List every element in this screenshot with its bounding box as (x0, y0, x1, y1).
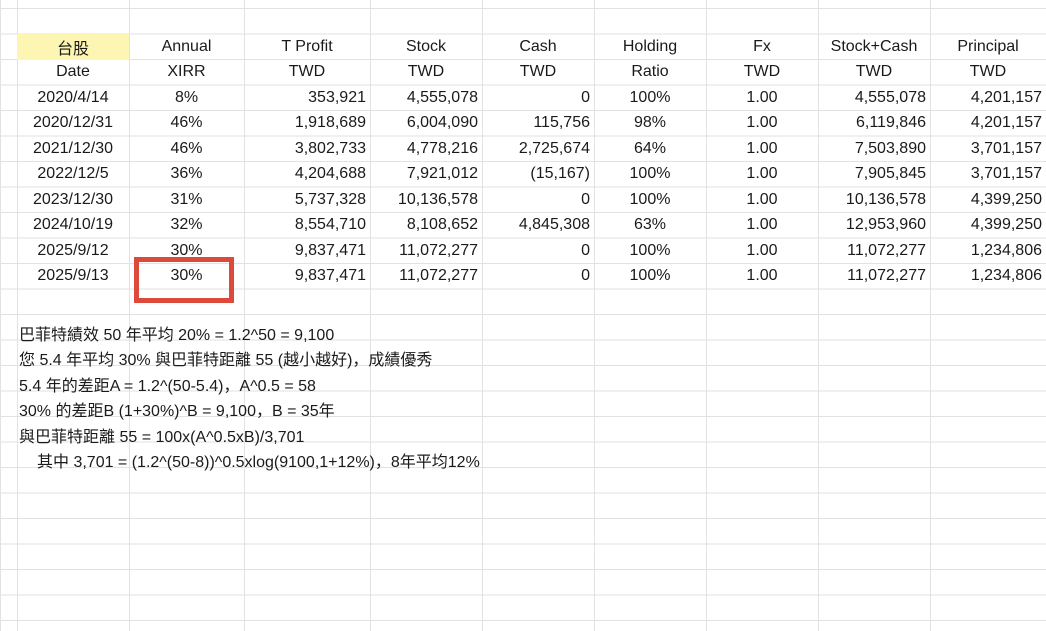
cell-xirr[interactable]: 46% (129, 136, 244, 162)
cell-holding-ratio[interactable]: 100% (594, 162, 706, 188)
cell-stock-cash[interactable]: 7,905,845 (818, 162, 930, 188)
note-line[interactable]: 30% 的差距B (1+30%)^B = 9,100，B = 35年 (19, 397, 1039, 423)
spreadsheet-grid: 台股 Annual T Profit Stock Cash Holding Fx… (17, 34, 1046, 289)
cell-t-profit[interactable]: 4,204,688 (244, 162, 370, 188)
cell-fx[interactable]: 1.00 (706, 187, 818, 213)
cell-stock[interactable]: 7,921,012 (370, 162, 482, 188)
cell-stock-cash[interactable]: 12,953,960 (818, 213, 930, 239)
cell-holding-ratio[interactable]: 64% (594, 136, 706, 162)
cell-stock-cash[interactable]: 10,136,578 (818, 187, 930, 213)
header-cell-unit[interactable]: TWD (930, 60, 1046, 86)
cell-principal[interactable]: 1,234,806 (930, 238, 1046, 264)
cell-cash[interactable]: 2,725,674 (482, 136, 594, 162)
cell-stock[interactable]: 4,778,216 (370, 136, 482, 162)
cell-fx[interactable]: 1.00 (706, 85, 818, 111)
cell-date[interactable]: 2020/12/31 (17, 111, 129, 137)
cell-date[interactable]: 2023/12/30 (17, 187, 129, 213)
cell-holding-ratio[interactable]: 100% (594, 187, 706, 213)
cell-t-profit[interactable]: 1,918,689 (244, 111, 370, 137)
cell-date[interactable]: 2025/9/12 (17, 238, 129, 264)
annotation-highlight-box (134, 257, 234, 303)
cell-stock[interactable]: 6,004,090 (370, 111, 482, 137)
cell-cash[interactable]: 0 (482, 85, 594, 111)
cell-fx[interactable]: 1.00 (706, 162, 818, 188)
cell-principal[interactable]: 4,201,157 (930, 111, 1046, 137)
cell-principal[interactable]: 4,399,250 (930, 187, 1046, 213)
cell-t-profit[interactable]: 9,837,471 (244, 264, 370, 290)
note-line[interactable]: 與巴菲特距離 55 = 100x(A^0.5xB)/3,701 (19, 422, 1039, 448)
header-cell-unit[interactable]: TWD (244, 60, 370, 86)
cell-xirr[interactable]: 46% (129, 111, 244, 137)
header-cell-stock-cash[interactable]: Stock+Cash (818, 34, 930, 60)
header-cell-fx[interactable]: Fx (706, 34, 818, 60)
header-cell-unit[interactable]: TWD (370, 60, 482, 86)
cell-cash[interactable]: 0 (482, 264, 594, 290)
cell-stock[interactable]: 4,555,078 (370, 85, 482, 111)
cell-stock-cash[interactable]: 11,072,277 (818, 238, 930, 264)
cell-fx[interactable]: 1.00 (706, 264, 818, 290)
cell-holding-ratio[interactable]: 100% (594, 264, 706, 290)
header-cell-date[interactable]: Date (17, 60, 129, 86)
cell-stock-cash[interactable]: 7,503,890 (818, 136, 930, 162)
cell-cash[interactable]: 115,756 (482, 111, 594, 137)
cell-stock-cash[interactable]: 4,555,078 (818, 85, 930, 111)
cell-fx[interactable]: 1.00 (706, 213, 818, 239)
cell-date[interactable]: 2025/9/13 (17, 264, 129, 290)
cell-date[interactable]: 2021/12/30 (17, 136, 129, 162)
cell-t-profit[interactable]: 8,554,710 (244, 213, 370, 239)
cell-stock[interactable]: 11,072,277 (370, 238, 482, 264)
cell-principal[interactable]: 4,201,157 (930, 85, 1046, 111)
cell-fx[interactable]: 1.00 (706, 136, 818, 162)
cell-principal[interactable]: 3,701,157 (930, 162, 1046, 188)
cell-stock-cash[interactable]: 6,119,846 (818, 111, 930, 137)
cell-stock[interactable]: 8,108,652 (370, 213, 482, 239)
header-cell-xirr[interactable]: XIRR (129, 60, 244, 86)
cell-principal[interactable]: 1,234,806 (930, 264, 1046, 290)
note-line[interactable]: 您 5.4 年平均 30% 與巴菲特距離 55 (越小越好)，成績優秀 (19, 346, 1039, 372)
note-line[interactable]: 巴菲特績效 50 年平均 20% = 1.2^50 = 9,100 (19, 320, 1039, 346)
header-cell-cash[interactable]: Cash (482, 34, 594, 60)
cell-t-profit[interactable]: 9,837,471 (244, 238, 370, 264)
cell-t-profit[interactable]: 5,737,328 (244, 187, 370, 213)
cell-principal[interactable]: 4,399,250 (930, 213, 1046, 239)
cell-cash[interactable]: (15,167) (482, 162, 594, 188)
cell-holding-ratio[interactable]: 100% (594, 238, 706, 264)
header-cell-market[interactable]: 台股 (17, 34, 129, 60)
header-cell-t-profit[interactable]: T Profit (244, 34, 370, 60)
header-cell-holding[interactable]: Holding (594, 34, 706, 60)
note-line[interactable]: 5.4 年的差距A = 1.2^(50-5.4)，A^0.5 = 58 (19, 371, 1039, 397)
cell-cash[interactable]: 0 (482, 238, 594, 264)
cell-principal[interactable]: 3,701,157 (930, 136, 1046, 162)
cell-stock-cash[interactable]: 11,072,277 (818, 264, 930, 290)
cell-stock[interactable]: 11,072,277 (370, 264, 482, 290)
cell-cash[interactable]: 0 (482, 187, 594, 213)
cell-date[interactable]: 2020/4/14 (17, 85, 129, 111)
cell-holding-ratio[interactable]: 100% (594, 85, 706, 111)
cell-t-profit[interactable]: 353,921 (244, 85, 370, 111)
header-cell-principal[interactable]: Principal (930, 34, 1046, 60)
note-line[interactable]: 其中 3,701 = (1.2^(50-8))^0.5xlog(9100,1+1… (19, 448, 1039, 474)
cell-xirr[interactable]: 8% (129, 85, 244, 111)
cell-holding-ratio[interactable]: 98% (594, 111, 706, 137)
header-cell-unit[interactable]: TWD (706, 60, 818, 86)
header-cell-ratio[interactable]: Ratio (594, 60, 706, 86)
cell-cash[interactable]: 4,845,308 (482, 213, 594, 239)
cell-holding-ratio[interactable]: 63% (594, 213, 706, 239)
cell-date[interactable]: 2022/12/5 (17, 162, 129, 188)
cell-fx[interactable]: 1.00 (706, 238, 818, 264)
cell-xirr[interactable]: 36% (129, 162, 244, 188)
cell-date[interactable]: 2024/10/19 (17, 213, 129, 239)
notes-block: 巴菲特績效 50 年平均 20% = 1.2^50 = 9,100 您 5.4 … (19, 320, 1039, 473)
cell-xirr[interactable]: 32% (129, 213, 244, 239)
header-cell-unit[interactable]: TWD (482, 60, 594, 86)
header-cell-annual[interactable]: Annual (129, 34, 244, 60)
cell-xirr[interactable]: 31% (129, 187, 244, 213)
cell-fx[interactable]: 1.00 (706, 111, 818, 137)
cell-stock[interactable]: 10,136,578 (370, 187, 482, 213)
header-cell-unit[interactable]: TWD (818, 60, 930, 86)
cell-t-profit[interactable]: 3,802,733 (244, 136, 370, 162)
header-cell-stock[interactable]: Stock (370, 34, 482, 60)
